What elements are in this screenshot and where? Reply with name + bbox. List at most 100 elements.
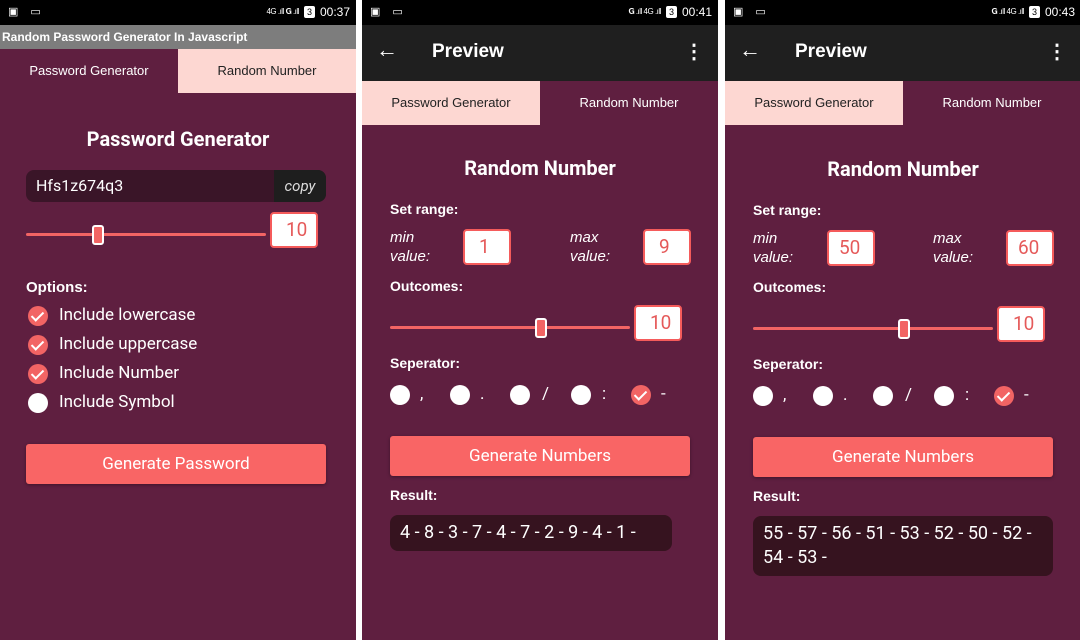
outcomes-slider[interactable]	[390, 318, 630, 338]
separator-colon-radio[interactable]	[934, 386, 954, 406]
message-notification-icon: ▭	[755, 5, 766, 18]
image-notification-icon: ▣	[370, 5, 381, 18]
clock: 00:43	[1044, 5, 1075, 19]
message-notification-icon: ▭	[30, 5, 41, 18]
battery-icon: 3	[303, 6, 315, 18]
back-arrow-icon[interactable]: ←	[376, 39, 398, 63]
set-range-label: Set range:	[390, 201, 459, 217]
separator-label: Seperator:	[753, 356, 824, 372]
separator-slash-label: /	[542, 384, 550, 404]
tab-random-number[interactable]: Random Number	[903, 81, 1080, 125]
back-arrow-icon[interactable]: ←	[739, 39, 761, 63]
tab-bar: Password Generator Random Number	[725, 81, 1080, 125]
separator-colon-label: :	[965, 385, 970, 405]
status-right: 𝐆 .ıll 4G .ıll 3 00:41	[628, 5, 712, 19]
tab-password-generator[interactable]: Password Generator	[725, 81, 903, 125]
phone-screen-password: ▣ ▭ 4G .ıll 𝐆 .ıll 3 00:37 Random Passwo…	[0, 0, 356, 640]
signal-icon: 𝐆 .ıll 4G .ıll	[628, 7, 661, 16]
outcomes-input[interactable]: 10	[997, 306, 1045, 342]
password-output-field: Hfs1z674q3 copy	[26, 170, 326, 202]
length-slider[interactable]	[26, 225, 266, 245]
battery-icon: 3	[1028, 6, 1040, 18]
length-input[interactable]: 10	[270, 212, 318, 248]
outcomes-label: Outcomes:	[753, 279, 827, 295]
separator-dot-radio[interactable]	[450, 385, 470, 405]
battery-icon: 3	[665, 6, 677, 18]
uppercase-checkbox[interactable]	[28, 335, 48, 355]
notification-icons: ▣ ▭	[733, 5, 766, 18]
generate-numbers-button[interactable]: Generate Numbers	[390, 436, 690, 476]
separator-dash-radio[interactable]	[631, 385, 651, 405]
password-value: Hfs1z674q3	[36, 176, 124, 195]
status-right: 4G .ıll 𝐆 .ıll 3 00:37	[266, 5, 350, 19]
max-value-input[interactable]: 9	[643, 229, 691, 265]
separator-comma-radio[interactable]	[753, 386, 773, 406]
status-right: 𝐆 .ıll 4G .ıll 3 00:43	[991, 5, 1075, 19]
window-title: Random Password Generator In Javascript	[0, 25, 356, 49]
result-label: Result:	[753, 488, 801, 504]
tab-bar: Password Generator Random Number	[362, 81, 718, 125]
outcomes-input[interactable]: 10	[634, 305, 682, 341]
appbar-title: Preview	[795, 41, 867, 62]
phone-screen-random-large: ▣ ▭ 𝐆 .ıll 4G .ıll 3 00:43 ← Preview ⋮ P…	[725, 0, 1080, 640]
options-label: Options:	[26, 279, 88, 296]
generate-password-button[interactable]: Generate Password	[26, 444, 326, 484]
notification-icons: ▣ ▭	[370, 5, 403, 18]
copy-button[interactable]: copy	[274, 170, 326, 202]
slider-thumb[interactable]	[535, 318, 547, 338]
tab-random-number[interactable]: Random Number	[540, 81, 718, 125]
tab-password-generator[interactable]: Password Generator	[0, 49, 178, 93]
min-value-input[interactable]: 1	[463, 229, 511, 265]
min-value-input[interactable]: 50	[827, 230, 875, 266]
max-value-label: max value:	[933, 230, 974, 266]
slider-thumb[interactable]	[92, 225, 104, 245]
slider-track	[26, 233, 266, 236]
tab-password-generator[interactable]: Password Generator	[362, 81, 540, 125]
uppercase-label: Include uppercase	[59, 334, 198, 354]
appbar-title: Preview	[432, 41, 504, 62]
phone-screen-random-small: ▣ ▭ 𝐆 .ıll 4G .ıll 3 00:41 ← Preview ⋮ P…	[362, 0, 718, 640]
signal-icon: 𝐆 .ıll 4G .ıll	[991, 7, 1024, 16]
more-vert-icon[interactable]: ⋮	[684, 39, 704, 63]
result-output: 55 - 57 - 56 - 51 - 53 - 52 - 50 - 52 - …	[753, 516, 1053, 576]
status-bar: ▣ ▭ 𝐆 .ıll 4G .ıll 3 00:43	[725, 0, 1080, 25]
page-title: Password Generator	[86, 127, 270, 151]
separator-colon-label: :	[602, 384, 607, 404]
notification-icons: ▣ ▭	[8, 5, 41, 18]
separator-slash-radio[interactable]	[510, 385, 530, 405]
tab-random-number[interactable]: Random Number	[178, 49, 356, 93]
outcomes-label: Outcomes:	[390, 278, 464, 294]
number-label: Include Number	[59, 363, 179, 383]
generate-numbers-button[interactable]: Generate Numbers	[753, 437, 1053, 477]
separator-dash-label: -	[661, 384, 666, 404]
more-vert-icon[interactable]: ⋮	[1047, 39, 1067, 63]
result-label: Result:	[390, 487, 438, 503]
app-bar: ← Preview ⋮	[725, 25, 1080, 81]
separator-dot-label: .	[480, 384, 485, 404]
lowercase-checkbox[interactable]	[28, 306, 48, 326]
separator-label: Seperator:	[390, 355, 461, 371]
symbol-label: Include Symbol	[59, 392, 175, 412]
result-output: 4 - 8 - 3 - 7 - 4 - 7 - 2 - 9 - 4 - 1 -	[390, 515, 672, 551]
page-title: Random Number	[464, 156, 616, 180]
set-range-label: Set range:	[753, 202, 822, 218]
message-notification-icon: ▭	[392, 5, 403, 18]
signal-icon: 4G .ıll 𝐆 .ıll	[266, 7, 299, 16]
separator-comma-label: ,	[783, 385, 787, 405]
separator-dot-radio[interactable]	[813, 386, 833, 406]
separator-dash-label: -	[1024, 385, 1029, 405]
separator-colon-radio[interactable]	[571, 385, 591, 405]
outcomes-slider[interactable]	[753, 319, 993, 339]
clock: 00:41	[681, 5, 712, 19]
separator-comma-label: ,	[420, 384, 424, 404]
max-value-label: max value:	[570, 229, 611, 265]
separator-dot-label: .	[843, 385, 848, 405]
symbol-checkbox[interactable]	[28, 393, 48, 413]
slider-thumb[interactable]	[898, 319, 910, 339]
max-value-input[interactable]: 60	[1006, 230, 1054, 266]
separator-slash-radio[interactable]	[873, 386, 893, 406]
number-checkbox[interactable]	[28, 364, 48, 384]
separator-comma-radio[interactable]	[390, 385, 410, 405]
separator-slash-label: /	[905, 385, 913, 405]
separator-dash-radio[interactable]	[994, 386, 1014, 406]
